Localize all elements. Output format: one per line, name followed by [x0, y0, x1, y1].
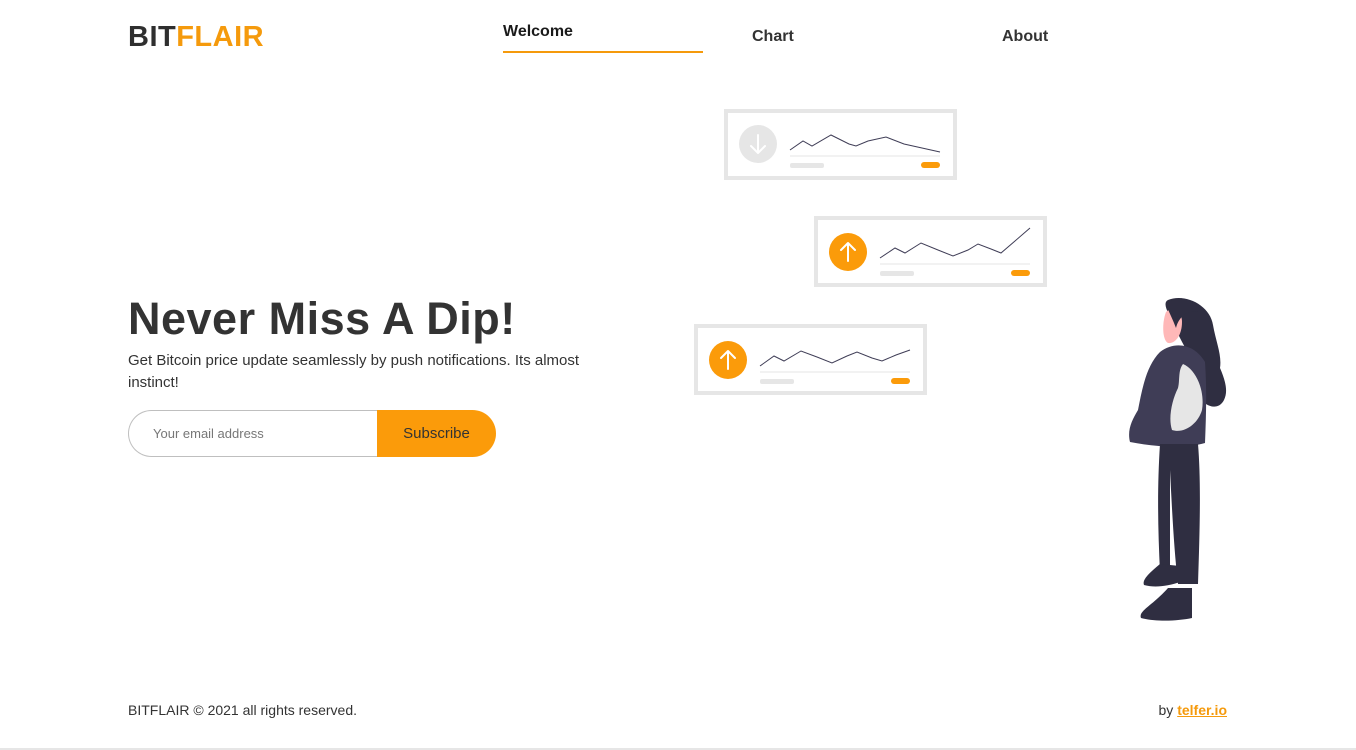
nav-tab-about[interactable]: About [1002, 27, 1048, 47]
footer-copyright-text: 2021 all rights reserved. [207, 702, 357, 718]
nav-tab-welcome[interactable]: Welcome [503, 22, 703, 53]
price-card-down [724, 109, 957, 180]
brand-logo[interactable]: BITFLAIR [128, 20, 264, 54]
hero-headline: Never Miss A Dip! [128, 293, 516, 344]
subscribe-button[interactable]: Subscribe [377, 410, 496, 457]
arrow-up-icon [709, 341, 747, 379]
price-card-up-2 [694, 324, 927, 395]
person-illustration [1129, 297, 1227, 621]
copyright-icon: © [193, 702, 204, 718]
email-input[interactable] [128, 410, 388, 457]
footer-author-link[interactable]: telfer.io [1177, 702, 1227, 718]
nav-tab-chart[interactable]: Chart [752, 27, 794, 47]
footer-copyright: BITFLAIR © 2021 all rights reserved. [128, 701, 357, 719]
arrow-down-icon [739, 125, 777, 163]
footer-credit: by telfer.io [1159, 701, 1227, 719]
brand-logo-part2: FLAIR [176, 21, 265, 53]
footer-brand: BITFLAIR [128, 702, 190, 718]
hero-subtext: Get Bitcoin price update seamlessly by p… [128, 352, 580, 391]
notification-illustration [694, 109, 1227, 621]
subscribe-form: Subscribe [128, 410, 496, 457]
footer-by-label: by [1158, 702, 1174, 718]
brand-logo-part1: BIT [128, 21, 177, 53]
arrow-up-icon [829, 233, 867, 271]
price-card-up-1 [814, 216, 1047, 287]
